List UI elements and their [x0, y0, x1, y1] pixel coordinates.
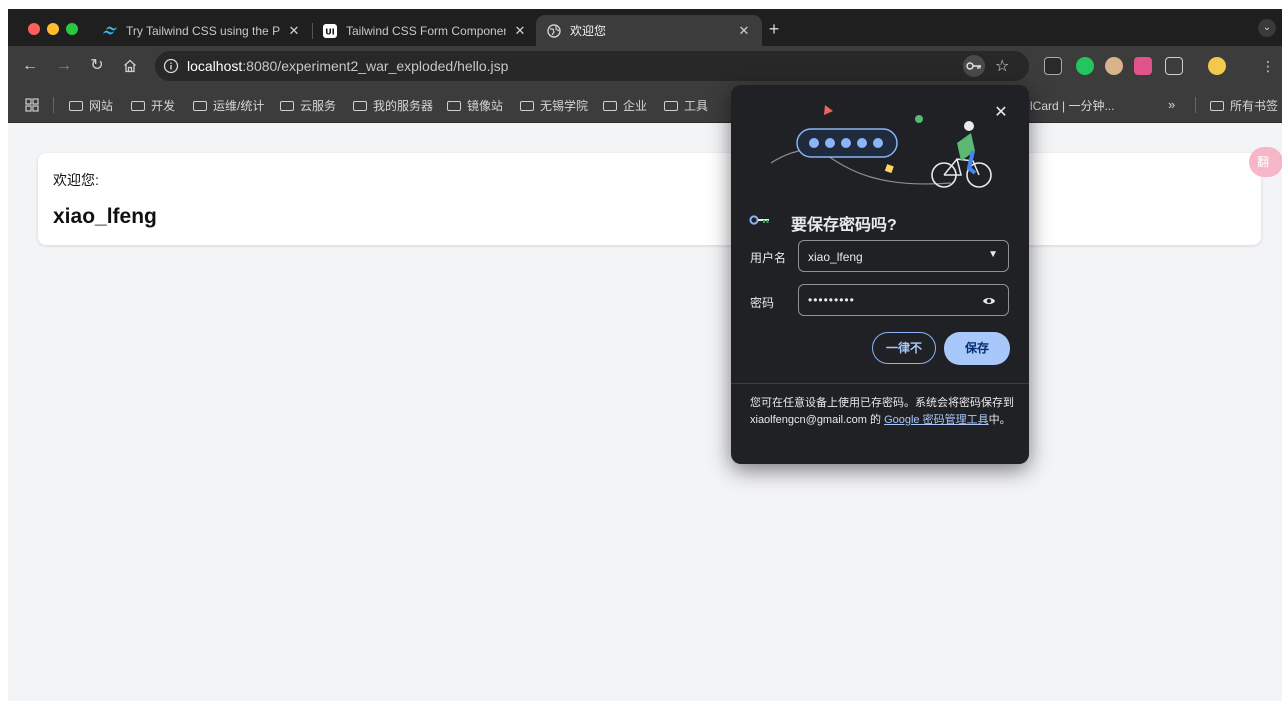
save-password-button[interactable]: 保存 [944, 332, 1010, 365]
welcome-card: 欢迎您: xiao_lfeng [38, 153, 1261, 245]
dialog-divider [731, 383, 1029, 384]
extension-translate-icon[interactable] [1134, 57, 1152, 75]
bookmark-folder[interactable]: 运维/统计 [193, 97, 264, 114]
bookmark-item[interactable]: lCard | 一分钟... [1030, 97, 1114, 114]
folder-icon [520, 100, 534, 111]
bookmark-folder[interactable]: 我的服务器 [353, 97, 433, 114]
bookmark-label: 云服务 [300, 99, 337, 113]
folder-icon [447, 100, 461, 111]
bookmark-folder[interactable]: 企业 [603, 97, 647, 114]
bookmark-label: 开发 [151, 99, 176, 113]
url-host: localhost [187, 58, 243, 74]
welcome-label: 欢迎您: [53, 172, 99, 188]
bookmark-divider [1195, 97, 1196, 113]
extension-n-icon[interactable] [1076, 57, 1094, 75]
svg-text:UI: UI [325, 27, 334, 36]
tab-strip: Try Tailwind CSS using the Pl ✕ UI Tailw… [8, 9, 1282, 46]
username-label: 用户名 [750, 251, 787, 265]
home-icon[interactable] [120, 56, 140, 76]
tailwind-icon [102, 23, 118, 39]
bookmark-label: 所有书签 [1230, 99, 1279, 113]
never-save-button[interactable]: 一律不 [872, 332, 936, 364]
back-arrow-icon[interactable]: ← [20, 56, 40, 76]
password-key-icon[interactable] [963, 55, 985, 77]
folder-icon [280, 100, 294, 111]
tab-welcome[interactable]: 欢迎您 ✕ [536, 15, 762, 46]
bookmark-folder[interactable]: 云服务 [280, 97, 336, 114]
address-bar[interactable]: localhost:8080/experiment2_war_exploded/… [155, 51, 1029, 81]
bookmark-label: 镜像站 [467, 99, 504, 113]
extension-glasses-icon[interactable] [1044, 57, 1062, 75]
password-label: 密码 [750, 296, 775, 310]
password-value: ••••••••• [808, 293, 855, 307]
new-tab-button[interactable]: + [764, 19, 784, 40]
bookmark-label: 我的服务器 [373, 99, 434, 113]
bookmark-folder[interactable]: 镜像站 [447, 97, 503, 114]
bookmark-label: 工具 [684, 99, 709, 113]
close-icon[interactable]: ✕ [286, 23, 302, 39]
close-icon[interactable]: ✕ [993, 105, 1009, 121]
tab-title: Tailwind CSS Form Componen [346, 23, 506, 38]
bookmarks-overflow-button[interactable]: » [1168, 97, 1175, 112]
all-bookmarks-folder[interactable]: 所有书签 [1210, 97, 1278, 114]
url-text: localhost:8080/experiment2_war_exploded/… [187, 58, 508, 74]
bookmark-folder[interactable]: 工具 [664, 97, 708, 114]
close-window-button[interactable] [28, 23, 40, 35]
dialog-footer: 您可在任意设备上使用已存密码。系统会将密码保存到 xiaolfengcn@gma… [750, 395, 1014, 429]
browser-window: Try Tailwind CSS using the Pl ✕ UI Tailw… [8, 9, 1282, 701]
username-heading: xiao_lfeng [53, 205, 157, 228]
password-field[interactable]: ••••••••• [798, 284, 1009, 316]
footer-text-end: 中。 [988, 414, 1011, 426]
password-key-icon [749, 213, 771, 227]
username-value: xiao_lfeng [808, 250, 863, 264]
globe-icon [546, 23, 562, 39]
bookmark-folder[interactable]: 网站 [69, 97, 113, 114]
bookmarks-bar: 网站 开发 运维/统计 云服务 我的服务器 镜像站 无锡学院 企业 工具 lCa… [8, 86, 1282, 123]
close-icon[interactable]: ✕ [512, 23, 528, 39]
site-info-icon[interactable] [163, 58, 179, 74]
bookmark-label: 运维/统计 [213, 99, 265, 113]
bookmark-star-icon[interactable]: ☆ [995, 56, 1009, 76]
folder-icon [1210, 100, 1224, 111]
apps-grid-icon[interactable] [25, 98, 39, 112]
dialog-title: 要保存密码吗? [791, 217, 897, 234]
save-password-dialog: ✕ 要保存密码吗? 用户名 xiao_lfeng ▼ 密码 ••••••••• … [731, 85, 1029, 464]
reload-icon[interactable]: ↻ [87, 56, 107, 76]
close-icon[interactable]: ✕ [736, 23, 752, 39]
translate-float-button[interactable]: 翻 [1249, 147, 1282, 177]
folder-icon [603, 100, 617, 111]
folder-icon [193, 100, 207, 111]
profile-avatar[interactable] [1208, 57, 1226, 75]
folder-icon [664, 100, 678, 111]
folder-icon [131, 100, 145, 111]
bookmark-label: 企业 [623, 99, 648, 113]
bookmark-folder[interactable]: 无锡学院 [520, 97, 588, 114]
dropdown-caret-icon: ▼ [988, 249, 998, 260]
folder-icon [353, 100, 367, 111]
bookmark-folder[interactable]: 开发 [131, 97, 175, 114]
minimize-window-button[interactable] [47, 23, 59, 35]
bookmark-divider [53, 97, 54, 113]
tab-tailwind-form[interactable]: UI Tailwind CSS Form Componen ✕ [312, 15, 538, 46]
username-select[interactable]: xiao_lfeng ▼ [798, 240, 1009, 272]
forward-arrow-icon[interactable]: → [54, 56, 74, 76]
bookmark-label: 网站 [89, 99, 114, 113]
extensions-puzzle-icon[interactable] [1165, 57, 1183, 75]
eye-icon[interactable] [982, 294, 996, 306]
tab-search-chevron-icon[interactable]: ⌄ [1258, 19, 1276, 37]
maximize-window-button[interactable] [66, 23, 78, 35]
tailwindui-icon: UI [322, 23, 338, 39]
url-path: :8080/experiment2_war_exploded/hello.jsp [242, 58, 509, 74]
password-manager-link[interactable]: Google 密码管理工具 [884, 414, 989, 426]
tab-title: 欢迎您 [570, 24, 607, 38]
tab-title: Try Tailwind CSS using the Pl [126, 23, 280, 38]
toolbar: ← → ↻ localhost:8080/experiment2_war_exp… [8, 46, 1282, 86]
tab-tailwind-play[interactable]: Try Tailwind CSS using the Pl ✕ [92, 15, 312, 46]
extension-owl-icon[interactable] [1105, 57, 1123, 75]
folder-icon [69, 100, 83, 111]
bookmark-label: 无锡学院 [540, 99, 589, 113]
page-content: 欢迎您: xiao_lfeng [8, 123, 1282, 701]
password-illustration [770, 105, 992, 188]
more-menu-icon[interactable]: ⋮ [1258, 56, 1278, 76]
